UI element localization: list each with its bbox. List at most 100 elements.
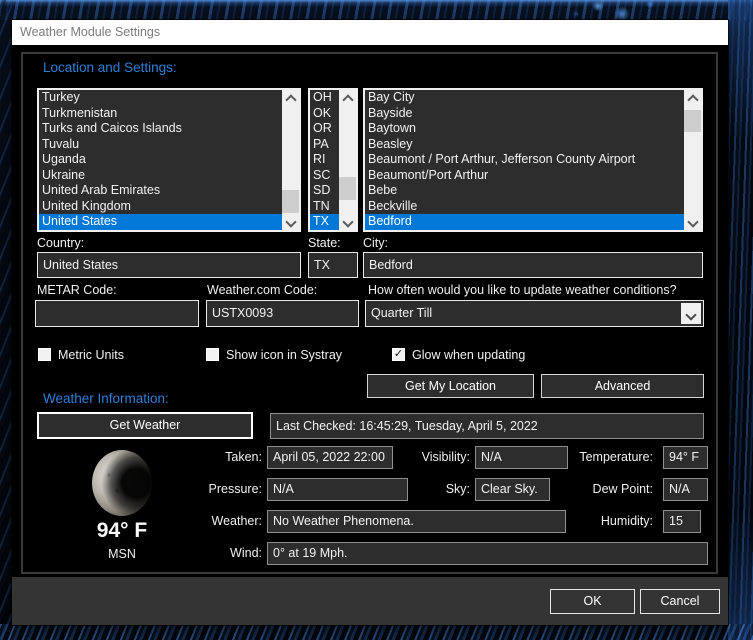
sky-field: Clear Sky. bbox=[475, 478, 550, 501]
get-my-location-button[interactable]: Get My Location bbox=[367, 374, 534, 398]
get-weather-button[interactable]: Get Weather bbox=[37, 412, 253, 439]
humidity-field: 15 bbox=[663, 510, 701, 533]
country-input[interactable]: United States bbox=[37, 252, 301, 278]
temperature-field: 94° F bbox=[663, 446, 708, 469]
sky-label: Sky: bbox=[360, 478, 470, 501]
scroll-down-button[interactable] bbox=[282, 215, 299, 230]
wind-label: Wind: bbox=[152, 542, 262, 565]
window-titlebar[interactable]: Weather Module Settings bbox=[12, 20, 728, 45]
weather-com-code-input[interactable]: USTX0093 bbox=[206, 300, 359, 327]
list-item[interactable]: OR bbox=[310, 121, 339, 137]
list-item[interactable]: Beaumont/Port Arthur bbox=[365, 168, 684, 184]
list-item[interactable]: Tuvalu bbox=[39, 137, 282, 153]
city-listbox[interactable]: Bay CityBaysideBaytownBeasleyBeaumont / … bbox=[363, 88, 703, 232]
list-item[interactable]: Turkmenistan bbox=[39, 106, 282, 122]
state-list-items: OHOKORPARISCSDTNTX bbox=[310, 90, 339, 230]
dialog-footer: OK Cancel bbox=[12, 577, 728, 625]
temperature-label: Temperature: bbox=[543, 446, 653, 469]
city-list-scrollbar[interactable] bbox=[684, 90, 701, 230]
desktop-wallpaper-right bbox=[728, 0, 753, 640]
advanced-button[interactable]: Advanced bbox=[541, 374, 704, 398]
scroll-down-button[interactable] bbox=[684, 215, 701, 230]
glow-updating-checkbox-row[interactable]: ✓ Glow when updating bbox=[392, 347, 525, 362]
list-item[interactable]: RI bbox=[310, 152, 339, 168]
list-item[interactable]: Beasley bbox=[365, 137, 684, 153]
glow-updating-checkbox[interactable]: ✓ bbox=[392, 348, 405, 361]
dew-point-label: Dew Point: bbox=[543, 478, 653, 501]
cancel-button[interactable]: Cancel bbox=[640, 589, 720, 614]
update-frequency-value: Quarter Till bbox=[371, 306, 432, 320]
chevron-up-icon bbox=[342, 94, 353, 105]
metric-units-checkbox-row[interactable]: Metric Units bbox=[38, 347, 124, 362]
dropdown-arrow-button[interactable] bbox=[681, 303, 701, 324]
scroll-up-button[interactable] bbox=[684, 90, 701, 105]
moon-phase-image bbox=[92, 450, 152, 516]
scroll-thumb[interactable] bbox=[339, 177, 356, 200]
metar-code-label: METAR Code: bbox=[37, 283, 117, 297]
state-list-scrollbar[interactable] bbox=[339, 90, 356, 230]
chevron-down-icon bbox=[285, 216, 296, 227]
list-item[interactable]: OK bbox=[310, 106, 339, 122]
list-item[interactable]: Bay City bbox=[365, 90, 684, 106]
scroll-track[interactable] bbox=[339, 105, 356, 215]
list-item[interactable]: PA bbox=[310, 137, 339, 153]
scroll-up-button[interactable] bbox=[282, 90, 299, 105]
scroll-thumb[interactable] bbox=[684, 110, 701, 132]
desktop: Weather Module Settings Location and Set… bbox=[0, 0, 753, 640]
scroll-up-button[interactable] bbox=[339, 90, 356, 105]
list-item[interactable]: TN bbox=[310, 199, 339, 215]
country-list-items: TurkeyTurkmenistanTurks and Caicos Islan… bbox=[39, 90, 282, 230]
list-item[interactable]: Beaumont / Port Arthur, Jefferson County… bbox=[365, 152, 684, 168]
update-frequency-dropdown[interactable]: Quarter Till bbox=[365, 300, 704, 327]
list-item[interactable]: Bayside bbox=[365, 106, 684, 122]
location-settings-heading: Location and Settings: bbox=[43, 60, 177, 75]
weather-module-settings-window: Weather Module Settings Location and Set… bbox=[12, 20, 728, 625]
systray-icon-checkbox-row[interactable]: Show icon in Systray bbox=[206, 347, 342, 362]
chevron-up-icon bbox=[687, 94, 698, 105]
list-item[interactable]: Ukraine bbox=[39, 168, 282, 184]
list-item[interactable]: SC bbox=[310, 168, 339, 184]
weather-label: Weather: bbox=[152, 510, 262, 533]
list-item[interactable]: Turks and Caicos Islands bbox=[39, 121, 282, 137]
systray-icon-label: Show icon in Systray bbox=[226, 348, 342, 362]
metar-code-input[interactable] bbox=[35, 300, 199, 327]
scroll-down-button[interactable] bbox=[339, 215, 356, 230]
list-item[interactable]: United Arab Emirates bbox=[39, 183, 282, 199]
list-item[interactable]: Baytown bbox=[365, 121, 684, 137]
chevron-down-icon bbox=[687, 216, 698, 227]
city-label: City: bbox=[363, 236, 388, 250]
state-label: State: bbox=[308, 236, 341, 250]
weather-field: No Weather Phenomena. bbox=[267, 510, 566, 533]
chevron-up-icon bbox=[285, 94, 296, 105]
city-input[interactable]: Bedford bbox=[363, 252, 703, 278]
list-item[interactable]: Bebe bbox=[365, 183, 684, 199]
weather-com-code-label: Weather.com Code: bbox=[207, 283, 317, 297]
list-item[interactable]: SD bbox=[310, 183, 339, 199]
humidity-label: Humidity: bbox=[543, 510, 653, 533]
scroll-thumb[interactable] bbox=[282, 190, 299, 213]
list-item[interactable]: OH bbox=[310, 90, 339, 106]
list-item[interactable]: Bedford bbox=[365, 214, 684, 230]
metric-units-checkbox[interactable] bbox=[38, 348, 51, 361]
glow-updating-label: Glow when updating bbox=[412, 348, 525, 362]
state-input[interactable]: TX bbox=[308, 252, 358, 278]
last-checked-field: Last Checked: 16:45:29, Tuesday, April 5… bbox=[270, 413, 704, 439]
ok-button[interactable]: OK bbox=[550, 589, 635, 614]
list-item[interactable]: TX bbox=[310, 214, 339, 230]
systray-icon-checkbox[interactable] bbox=[206, 348, 219, 361]
list-item[interactable]: United Kingdom bbox=[39, 199, 282, 215]
list-item[interactable]: Turkey bbox=[39, 90, 282, 106]
list-item[interactable]: Uganda bbox=[39, 152, 282, 168]
country-listbox[interactable]: TurkeyTurkmenistanTurks and Caicos Islan… bbox=[37, 88, 301, 232]
scroll-track[interactable] bbox=[684, 105, 701, 215]
country-list-scrollbar[interactable] bbox=[282, 90, 299, 230]
list-item[interactable]: United States bbox=[39, 214, 282, 230]
taken-label: Taken: bbox=[152, 446, 262, 469]
city-list-items: Bay CityBaysideBaytownBeasleyBeaumont / … bbox=[365, 90, 684, 230]
chevron-down-icon bbox=[342, 216, 353, 227]
state-listbox[interactable]: OHOKORPARISCSDTNTX bbox=[308, 88, 358, 232]
list-item[interactable]: Beckville bbox=[365, 199, 684, 215]
desktop-wallpaper-bottom bbox=[0, 624, 753, 640]
pressure-label: Pressure: bbox=[152, 478, 262, 501]
scroll-track[interactable] bbox=[282, 105, 299, 215]
